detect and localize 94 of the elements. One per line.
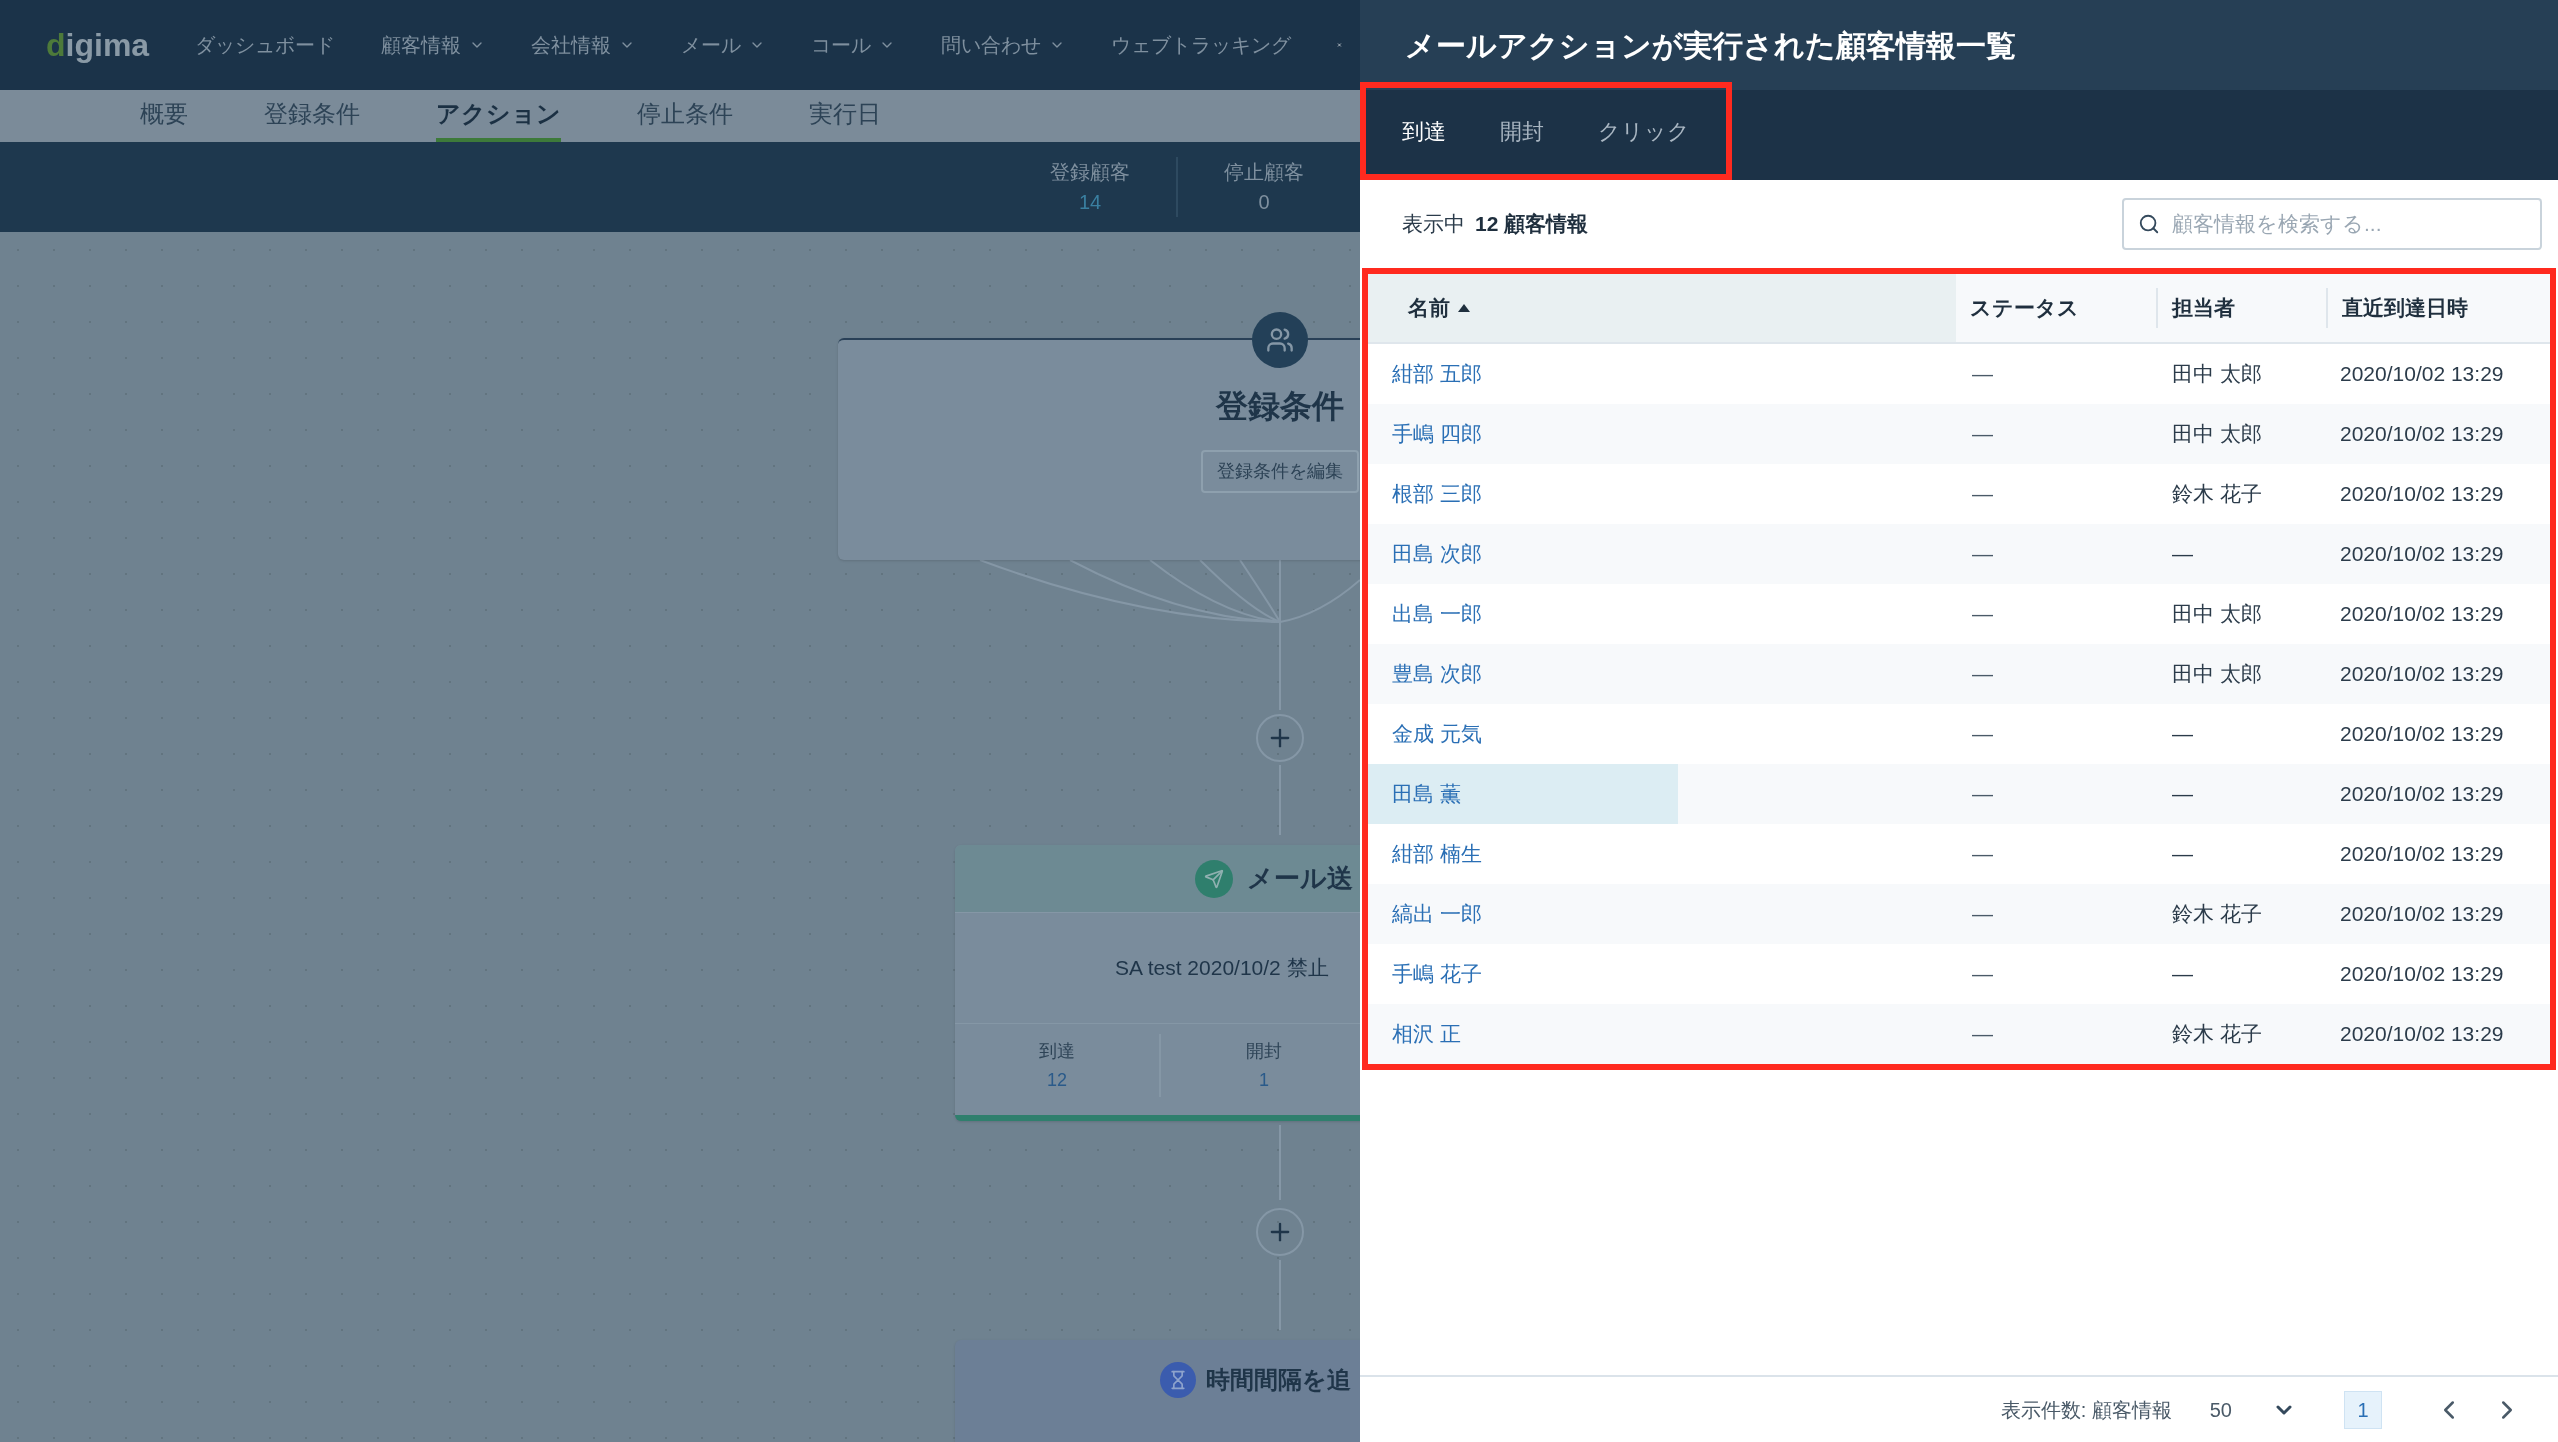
- nav-item[interactable]: メール: [681, 30, 766, 60]
- table-cell-text: —: [1971, 601, 1994, 628]
- table-cell-text: 2020/10/02 13:29: [2339, 601, 2505, 628]
- table-cell-text: 2020/10/02 13:29: [2339, 901, 2505, 928]
- table-cell-text: —: [1971, 961, 1994, 988]
- stat-value[interactable]: 14: [1078, 187, 1102, 217]
- customer-name-link[interactable]: 出島 一郎: [1368, 584, 1678, 644]
- table-cell-text: —: [2171, 541, 2194, 568]
- table-cell-text: 2020/10/02 13:29: [2339, 961, 2505, 988]
- table-cell-text: —: [2171, 841, 2194, 868]
- edit-condition-button[interactable]: 登録条件を編集: [1201, 450, 1359, 493]
- customer-name-link[interactable]: 根部 三郎: [1368, 464, 1678, 524]
- table-cell-text: —: [2171, 961, 2194, 988]
- table-cell-text: —: [2171, 721, 2194, 748]
- table-cell-text: 鈴木 花子: [2171, 901, 2263, 928]
- card-title: 登録条件: [1216, 387, 1344, 426]
- customer-name-link[interactable]: 手嶋 四郎: [1368, 404, 1678, 464]
- sub-tab[interactable]: 停止条件: [637, 90, 733, 142]
- nav-item[interactable]: ウェブトラッキング: [1111, 30, 1292, 60]
- sub-tab[interactable]: 概要: [140, 90, 188, 142]
- table-cell-text: —: [1971, 721, 1994, 748]
- tab[interactable]: 到達: [1402, 114, 1446, 148]
- table-cell-text: 2020/10/02 13:29: [2339, 661, 2505, 688]
- search-field[interactable]: 顧客情報を検索する...: [2122, 198, 2542, 250]
- table-cell-text: —: [2171, 781, 2194, 808]
- per-page-label: 表示件数: 顧客情報: [2000, 1397, 2172, 1423]
- table-cell-text: —: [1971, 901, 1994, 928]
- stat-label: 開封: [1246, 1039, 1282, 1063]
- customer-name-link[interactable]: 手嶋 花子: [1368, 944, 1678, 1004]
- table-cell-text: —: [1971, 421, 1994, 448]
- sub-tab[interactable]: 実行日: [809, 90, 881, 142]
- stat-value: 12: [1047, 1068, 1067, 1092]
- per-page-select[interactable]: 50: [2199, 1394, 2296, 1425]
- customer-name-link[interactable]: 金成 元気: [1368, 704, 1678, 764]
- stat-label: 到達: [1039, 1039, 1075, 1063]
- table-cell-text: 鈴木 花子: [2171, 481, 2263, 508]
- column-header[interactable]: 名前: [1368, 274, 1956, 342]
- stat-value: 1: [1259, 1068, 1269, 1092]
- result-count: 12 顧客情報: [1475, 211, 1589, 238]
- add-step-button[interactable]: [1256, 1208, 1304, 1256]
- send-icon: [1195, 859, 1233, 898]
- table-cell-text: 田中 太郎: [2171, 421, 2263, 448]
- mail-subject: SA test 2020/10/2 禁止: [1115, 955, 1329, 982]
- table-cell-text: 2020/10/02 13:29: [2339, 1021, 2505, 1048]
- table-cell-text: 鈴木 花子: [2171, 1021, 2263, 1048]
- sub-tab[interactable]: 登録条件: [264, 90, 360, 142]
- search-icon: [2138, 213, 2160, 235]
- table-cell-text: 2020/10/02 13:29: [2339, 781, 2505, 808]
- nav-item[interactable]: 会社情報: [531, 30, 636, 60]
- table-cell-text: 2020/10/02 13:29: [2339, 841, 2505, 868]
- customer-name-link[interactable]: 縞出 一郎: [1368, 884, 1678, 944]
- nav-item[interactable]: ダッシュボード: [195, 30, 336, 60]
- sort-up-icon: [1458, 304, 1470, 312]
- table-cell-text: 田中 太郎: [2171, 361, 2263, 388]
- customer-name-link[interactable]: 田島 次郎: [1368, 524, 1678, 584]
- table-cell-text: 2020/10/02 13:29: [2339, 421, 2505, 448]
- card-title: 時間間隔を追: [1206, 1365, 1351, 1395]
- table-cell-text: —: [1971, 361, 1994, 388]
- column-header[interactable]: ステータス: [1956, 274, 2156, 342]
- tab[interactable]: クリック: [1598, 114, 1690, 148]
- card-title: メール送: [1247, 862, 1353, 895]
- customer-name-link[interactable]: 紺部 五郎: [1368, 344, 1678, 404]
- tab[interactable]: 開封: [1500, 114, 1544, 148]
- table-cell-text: —: [1971, 1021, 1994, 1048]
- customer-name-link[interactable]: 紺部 楠生: [1368, 824, 1678, 884]
- nav-item[interactable]: 顧客情報: [381, 30, 486, 60]
- users-icon: [1252, 312, 1308, 368]
- table-cell-text: 2020/10/02 13:29: [2339, 721, 2505, 748]
- table-cell-text: —: [1971, 781, 1994, 808]
- column-header[interactable]: 直近到達日時: [2326, 288, 2550, 328]
- table-cell-text: 田中 太郎: [2171, 661, 2263, 688]
- table-cell-text: 2020/10/02 13:29: [2339, 541, 2505, 568]
- stat-label: 停止顧客: [1224, 160, 1304, 185]
- table-cell-text: 2020/10/02 13:29: [2339, 361, 2505, 388]
- nav-item[interactable]: 問い合わせ: [941, 30, 1066, 60]
- nav-item[interactable]: コール: [811, 30, 896, 60]
- hourglass-icon: [1160, 1362, 1196, 1398]
- add-step-button[interactable]: [1256, 714, 1304, 762]
- stat-label: 登録顧客: [1050, 160, 1130, 185]
- page-number[interactable]: 1: [2344, 1390, 2382, 1429]
- customer-name-link[interactable]: 相沢 正: [1368, 1004, 1678, 1064]
- logo[interactable]: digima: [46, 21, 150, 69]
- count-label: 表示中: [1402, 211, 1465, 238]
- customer-name-link[interactable]: 豊島 次郎: [1368, 644, 1678, 704]
- stat-value: 0: [1258, 190, 1270, 215]
- customer-name-link[interactable]: 田島 薫: [1368, 764, 1678, 824]
- table-cell-text: 2020/10/02 13:29: [2339, 481, 2505, 508]
- table-cell-text: —: [1971, 661, 1994, 688]
- panel-title: メールアクションが実行された顧客情報一覧: [1405, 27, 2016, 64]
- table-cell-text: —: [1971, 481, 1994, 508]
- table-cell-text: —: [1971, 841, 1994, 868]
- table-cell-text: 田中 太郎: [2171, 601, 2263, 628]
- column-header[interactable]: 担当者: [2156, 288, 2326, 328]
- table-cell-text: —: [1971, 541, 1994, 568]
